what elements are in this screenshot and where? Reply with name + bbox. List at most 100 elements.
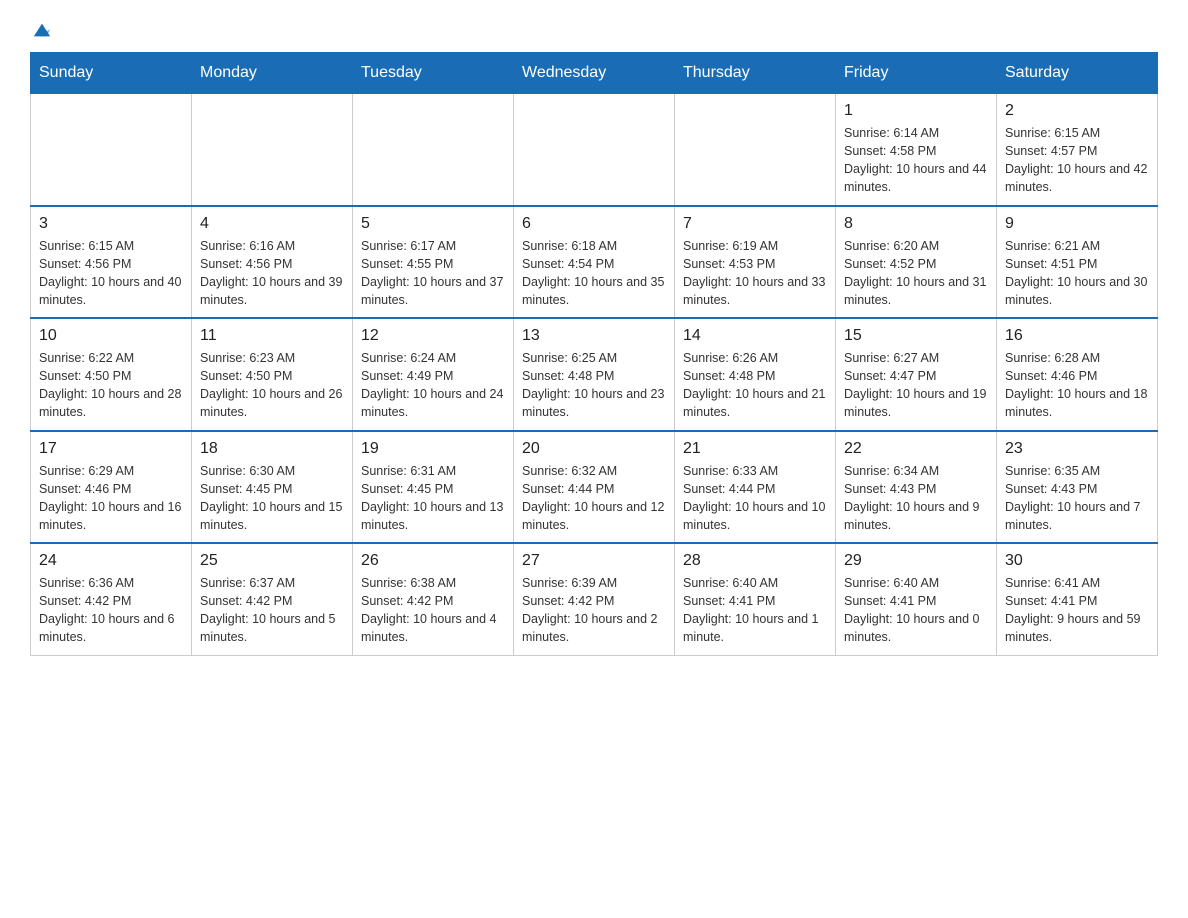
calendar-cell: 23 Sunrise: 6:35 AMSunset: 4:43 PMDayligh… [997,431,1158,544]
day-info: Sunrise: 6:14 AMSunset: 4:58 PMDaylight:… [844,124,988,197]
day-info: Sunrise: 6:19 AMSunset: 4:53 PMDaylight:… [683,237,827,310]
day-number: 12 [361,327,505,345]
calendar-cell: 11 Sunrise: 6:23 AMSunset: 4:50 PMDayligh… [192,318,353,431]
day-number: 7 [683,215,827,233]
day-number: 27 [522,552,666,570]
calendar-cell [353,93,514,206]
day-number: 15 [844,327,988,345]
day-number: 29 [844,552,988,570]
calendar-cell [31,93,192,206]
logo-icon [32,20,52,40]
day-info: Sunrise: 6:37 AMSunset: 4:42 PMDaylight:… [200,574,344,647]
day-info: Sunrise: 6:34 AMSunset: 4:43 PMDaylight:… [844,462,988,535]
calendar-cell: 12 Sunrise: 6:24 AMSunset: 4:49 PMDayligh… [353,318,514,431]
day-number: 30 [1005,552,1149,570]
calendar-cell: 20 Sunrise: 6:32 AMSunset: 4:44 PMDayligh… [514,431,675,544]
calendar-cell: 22 Sunrise: 6:34 AMSunset: 4:43 PMDayligh… [836,431,997,544]
weekday-header-monday: Monday [192,53,353,93]
calendar-cell: 8 Sunrise: 6:20 AMSunset: 4:52 PMDaylight… [836,206,997,319]
day-number: 11 [200,327,344,345]
calendar-cell: 26 Sunrise: 6:38 AMSunset: 4:42 PMDayligh… [353,543,514,655]
day-number: 4 [200,215,344,233]
weekday-header-wednesday: Wednesday [514,53,675,93]
day-info: Sunrise: 6:20 AMSunset: 4:52 PMDaylight:… [844,237,988,310]
calendar-week-row-2: 3 Sunrise: 6:15 AMSunset: 4:56 PMDaylight… [31,206,1158,319]
weekday-header-thursday: Thursday [675,53,836,93]
day-number: 3 [39,215,183,233]
day-info: Sunrise: 6:36 AMSunset: 4:42 PMDaylight:… [39,574,183,647]
calendar-cell: 3 Sunrise: 6:15 AMSunset: 4:56 PMDaylight… [31,206,192,319]
day-info: Sunrise: 6:28 AMSunset: 4:46 PMDaylight:… [1005,349,1149,422]
calendar-cell: 14 Sunrise: 6:26 AMSunset: 4:48 PMDayligh… [675,318,836,431]
day-info: Sunrise: 6:29 AMSunset: 4:46 PMDaylight:… [39,462,183,535]
calendar-cell: 5Sunrise: 6:17 AMSunset: 4:55 PMDaylight… [353,206,514,319]
day-info: Sunrise: 6:18 AMSunset: 4:54 PMDaylight:… [522,237,666,310]
day-info: Sunrise: 6:41 AMSunset: 4:41 PMDaylight:… [1005,574,1149,647]
calendar-cell: 24 Sunrise: 6:36 AMSunset: 4:42 PMDayligh… [31,543,192,655]
day-number: 24 [39,552,183,570]
calendar-cell: 2 Sunrise: 6:15 AMSunset: 4:57 PMDaylight… [997,93,1158,206]
calendar-cell [514,93,675,206]
calendar-week-row-5: 24 Sunrise: 6:36 AMSunset: 4:42 PMDayligh… [31,543,1158,655]
day-number: 13 [522,327,666,345]
day-number: 18 [200,440,344,458]
day-number: 16 [1005,327,1149,345]
day-info: Sunrise: 6:31 AMSunset: 4:45 PMDaylight:… [361,462,505,535]
day-number: 2 [1005,102,1149,120]
day-number: 26 [361,552,505,570]
page-header [30,20,1158,36]
day-info: Sunrise: 6:23 AMSunset: 4:50 PMDaylight:… [200,349,344,422]
calendar-cell: 10 Sunrise: 6:22 AMSunset: 4:50 PMDayligh… [31,318,192,431]
day-number: 10 [39,327,183,345]
day-info: Sunrise: 6:26 AMSunset: 4:48 PMDaylight:… [683,349,827,422]
day-info: Sunrise: 6:17 AMSunset: 4:55 PMDaylight:… [361,237,505,310]
weekday-header-row: SundayMondayTuesdayWednesdayThursdayFrid… [31,53,1158,93]
weekday-header-tuesday: Tuesday [353,53,514,93]
calendar-cell: 9 Sunrise: 6:21 AMSunset: 4:51 PMDaylight… [997,206,1158,319]
day-info: Sunrise: 6:16 AMSunset: 4:56 PMDaylight:… [200,237,344,310]
calendar-cell: 4 Sunrise: 6:16 AMSunset: 4:56 PMDaylight… [192,206,353,319]
day-number: 9 [1005,215,1149,233]
weekday-header-friday: Friday [836,53,997,93]
day-info: Sunrise: 6:15 AMSunset: 4:57 PMDaylight:… [1005,124,1149,197]
calendar-cell: 27Sunrise: 6:39 AMSunset: 4:42 PMDayligh… [514,543,675,655]
day-number: 20 [522,440,666,458]
day-number: 28 [683,552,827,570]
calendar-week-row-1: 1 Sunrise: 6:14 AMSunset: 4:58 PMDaylight… [31,93,1158,206]
day-number: 1 [844,102,988,120]
calendar-cell [675,93,836,206]
calendar-cell: 21 Sunrise: 6:33 AMSunset: 4:44 PMDayligh… [675,431,836,544]
day-number: 25 [200,552,344,570]
day-info: Sunrise: 6:38 AMSunset: 4:42 PMDaylight:… [361,574,505,647]
day-number: 22 [844,440,988,458]
calendar-cell: 19 Sunrise: 6:31 AMSunset: 4:45 PMDayligh… [353,431,514,544]
calendar-cell: 17 Sunrise: 6:29 AMSunset: 4:46 PMDayligh… [31,431,192,544]
calendar-cell: 7 Sunrise: 6:19 AMSunset: 4:53 PMDaylight… [675,206,836,319]
day-info: Sunrise: 6:40 AMSunset: 4:41 PMDaylight:… [683,574,827,647]
day-number: 19 [361,440,505,458]
day-number: 6 [522,215,666,233]
day-number: 14 [683,327,827,345]
calendar-cell: 13Sunrise: 6:25 AMSunset: 4:48 PMDayligh… [514,318,675,431]
weekday-header-saturday: Saturday [997,53,1158,93]
day-info: Sunrise: 6:22 AMSunset: 4:50 PMDaylight:… [39,349,183,422]
day-info: Sunrise: 6:35 AMSunset: 4:43 PMDaylight:… [1005,462,1149,535]
day-info: Sunrise: 6:33 AMSunset: 4:44 PMDaylight:… [683,462,827,535]
day-info: Sunrise: 6:24 AMSunset: 4:49 PMDaylight:… [361,349,505,422]
day-number: 21 [683,440,827,458]
day-info: Sunrise: 6:21 AMSunset: 4:51 PMDaylight:… [1005,237,1149,310]
day-info: Sunrise: 6:40 AMSunset: 4:41 PMDaylight:… [844,574,988,647]
calendar-cell: 1 Sunrise: 6:14 AMSunset: 4:58 PMDaylight… [836,93,997,206]
day-info: Sunrise: 6:30 AMSunset: 4:45 PMDaylight:… [200,462,344,535]
calendar-week-row-4: 17 Sunrise: 6:29 AMSunset: 4:46 PMDayligh… [31,431,1158,544]
calendar-cell: 28 Sunrise: 6:40 AMSunset: 4:41 PMDayligh… [675,543,836,655]
day-info: Sunrise: 6:15 AMSunset: 4:56 PMDaylight:… [39,237,183,310]
calendar-cell [192,93,353,206]
day-info: Sunrise: 6:32 AMSunset: 4:44 PMDaylight:… [522,462,666,535]
calendar-table: SundayMondayTuesdayWednesdayThursdayFrid… [30,52,1158,656]
day-info: Sunrise: 6:27 AMSunset: 4:47 PMDaylight:… [844,349,988,422]
day-number: 17 [39,440,183,458]
day-number: 8 [844,215,988,233]
day-number: 23 [1005,440,1149,458]
calendar-cell: 6 Sunrise: 6:18 AMSunset: 4:54 PMDaylight… [514,206,675,319]
